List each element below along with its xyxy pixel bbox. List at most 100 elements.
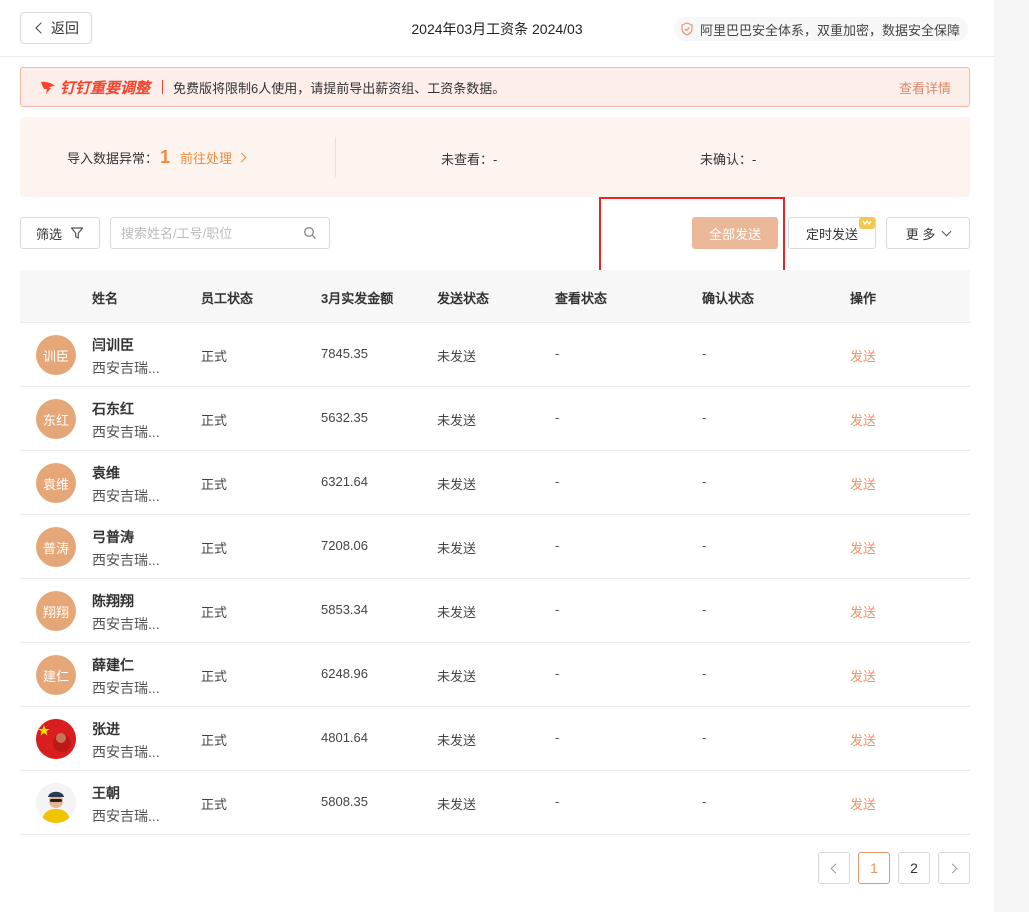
confirm-status-cell: -: [702, 794, 707, 809]
notice-message: 免费版将限制6人使用，请提前导出薪资组、工资条数据。: [173, 80, 506, 96]
column-header-confirm-status: 确认状态: [702, 291, 755, 306]
import-label: 导入数据异常：: [67, 151, 159, 166]
send-all-button[interactable]: 全部发送: [692, 217, 778, 249]
table-header: 姓名 员工状态 3月实发金额 发送状态 查看状态 确认状态 操作: [20, 270, 970, 323]
import-action-link[interactable]: 前往处理: [180, 148, 247, 167]
filter-label: 筛选: [35, 226, 62, 242]
column-header-employee-status: 员工状态: [201, 291, 254, 306]
page-2-button[interactable]: 2: [898, 852, 930, 884]
page-1-button[interactable]: 1: [858, 852, 890, 884]
prev-page-button[interactable]: [818, 852, 850, 884]
avatar: 翔翔: [36, 591, 76, 631]
amount-cell: 6248.96: [321, 666, 368, 681]
employee-status-cell: 正式: [201, 797, 228, 812]
confirm-status-cell: -: [702, 410, 707, 425]
avatar: 建仁: [36, 655, 76, 695]
send-action-link[interactable]: 发送: [850, 794, 876, 813]
view-status-cell: -: [555, 346, 560, 361]
view-status-cell: -: [555, 794, 560, 809]
table-row: 翔翔 陈翔翔 西安吉瑞... 正式 5853.34 未发送 - - 发送: [20, 579, 970, 643]
avatar: 袁维: [36, 463, 76, 503]
timed-send-button[interactable]: 定时发送: [788, 217, 876, 249]
send-status-cell: 未发送: [437, 669, 477, 684]
table-row: 普涛 弓普涛 西安吉瑞... 正式 7208.06 未发送 - - 发送: [20, 515, 970, 579]
amount-cell: 5808.35: [321, 794, 368, 809]
employee-status-cell: 正式: [201, 349, 228, 364]
avatar: 训臣: [36, 335, 76, 375]
employee-name: 闫训臣: [92, 337, 134, 353]
confirm-status-cell: -: [702, 474, 707, 489]
chevron-down-icon: [941, 226, 952, 236]
top-bar: 返回 2024年03月工资条 2024/03 阿里巴巴安全体系，双重加密，数据安…: [0, 0, 994, 57]
filter-icon: [70, 227, 84, 239]
avatar: 普涛: [36, 527, 76, 567]
notice-banner: 钉钉重要调整 免费版将限制6人使用，请提前导出薪资组、工资条数据。 查看详情: [20, 67, 970, 107]
shield-icon: [681, 22, 693, 36]
import-anomaly-stat: 导入数据异常： 1 前往处理: [67, 147, 247, 168]
employee-status-cell: 正式: [201, 541, 228, 556]
employee-status-cell: 正式: [201, 669, 228, 684]
stats-divider: [335, 137, 336, 177]
employee-org: 西安吉瑞...: [92, 680, 160, 696]
next-page-button[interactable]: [938, 852, 970, 884]
confirm-status-cell: -: [702, 730, 707, 745]
avatar: [36, 719, 76, 759]
import-count: 1: [160, 147, 171, 167]
more-button[interactable]: 更 多: [886, 217, 970, 249]
search-field: [110, 217, 330, 249]
page-scrollbar[interactable]: [994, 0, 1029, 912]
employee-name: 石东红: [92, 401, 134, 417]
column-header-send-status: 发送状态: [437, 291, 490, 306]
search-icon[interactable]: [303, 226, 317, 240]
amount-cell: 5632.35: [321, 410, 368, 425]
send-action-link[interactable]: 发送: [850, 538, 876, 557]
employee-name: 张进: [92, 721, 120, 737]
confirm-status-cell: -: [702, 666, 707, 681]
table-body: 训臣 闫训臣 西安吉瑞... 正式 7845.35 未发送 - - 发送 东红 石东红 西安吉瑞...…: [20, 323, 970, 835]
view-status-cell: -: [555, 666, 560, 681]
employee-name: 陈翔翔: [92, 593, 134, 609]
send-action-link[interactable]: 发送: [850, 474, 876, 493]
amount-cell: 5853.34: [321, 602, 368, 617]
amount-cell: 7845.35: [321, 346, 368, 361]
send-action-link[interactable]: 发送: [850, 602, 876, 621]
column-header-view-status: 查看状态: [555, 291, 608, 306]
avatar-photo-icon: [36, 783, 76, 823]
confirm-status-cell: -: [702, 538, 707, 553]
send-status-cell: 未发送: [437, 605, 477, 620]
employee-status-cell: 正式: [201, 477, 228, 492]
stats-panel: 导入数据异常： 1 前往处理 未查看：- 未确认：-: [20, 117, 970, 197]
send-action-link[interactable]: 发送: [850, 346, 876, 365]
payslip-page: 返回 2024年03月工资条 2024/03 阿里巴巴安全体系，双重加密，数据安…: [0, 0, 994, 912]
employee-name: 王朝: [92, 785, 120, 801]
send-action-link[interactable]: 发送: [850, 666, 876, 685]
table-row: 张进 西安吉瑞... 正式 4801.64 未发送 - - 发送: [20, 707, 970, 771]
employee-name: 弓普涛: [92, 529, 134, 545]
vip-badge-icon: [859, 217, 875, 229]
notice-detail-link[interactable]: 查看详情: [899, 78, 951, 97]
send-status-cell: 未发送: [437, 541, 477, 556]
security-badge: 阿里巴巴安全体系，双重加密，数据安全保障: [673, 17, 968, 41]
send-action-link[interactable]: 发送: [850, 730, 876, 749]
unviewed-stat: 未查看：-: [441, 152, 498, 167]
table-row: 东红 石东红 西安吉瑞... 正式 5632.35 未发送 - - 发送: [20, 387, 970, 451]
avatar: [36, 783, 76, 823]
send-action-link[interactable]: 发送: [850, 410, 876, 429]
import-action-label: 前往处理: [180, 151, 233, 166]
timed-send-label: 定时发送: [805, 226, 858, 242]
employee-org: 西安吉瑞...: [92, 488, 160, 504]
filter-button[interactable]: 筛选: [20, 217, 100, 249]
chevron-right-icon: [236, 152, 247, 163]
employee-status-cell: 正式: [201, 413, 228, 428]
employee-name: 袁维: [92, 465, 120, 481]
chevron-left-icon: [830, 863, 841, 873]
view-status-cell: -: [555, 410, 560, 425]
employee-org: 西安吉瑞...: [92, 808, 160, 824]
more-label: 更 多: [905, 226, 936, 242]
search-input[interactable]: [121, 218, 301, 248]
send-status-cell: 未发送: [437, 797, 477, 812]
view-status-cell: -: [555, 474, 560, 489]
column-header-name: 姓名: [92, 291, 119, 306]
dingtalk-logo-icon: [41, 81, 55, 94]
confirm-status-cell: -: [702, 346, 707, 361]
